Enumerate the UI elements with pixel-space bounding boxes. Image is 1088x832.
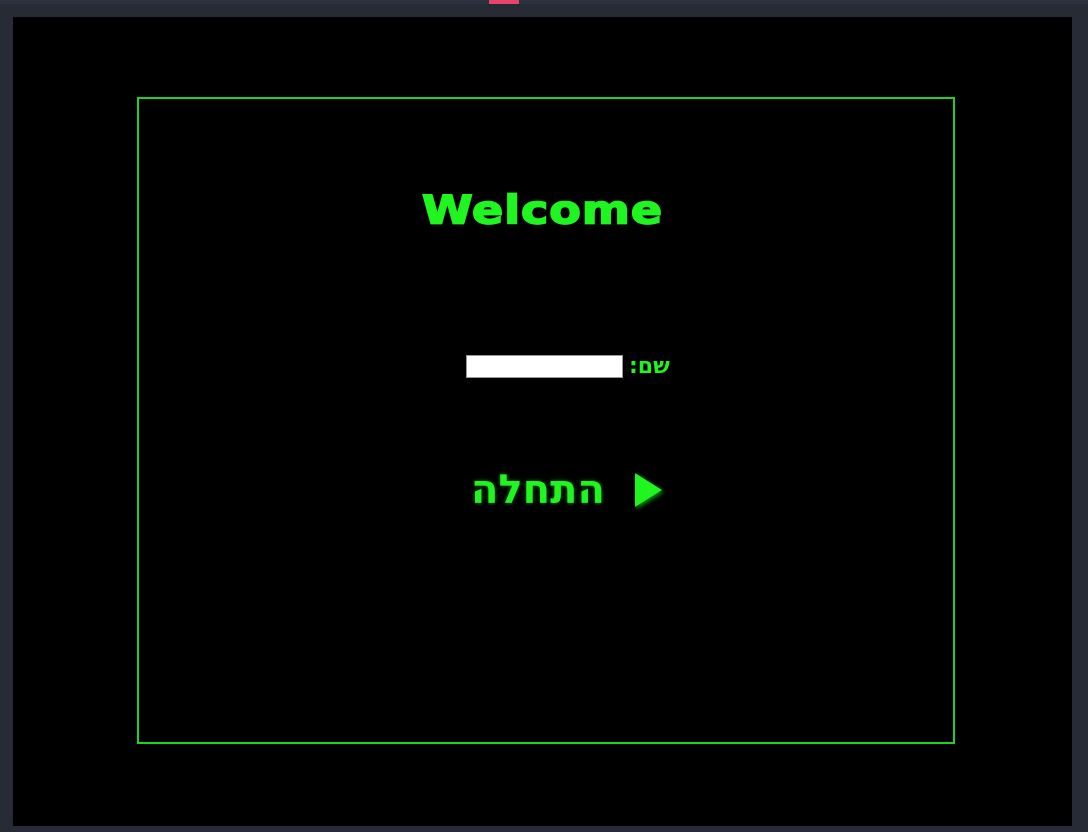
name-input[interactable] (466, 354, 623, 378)
play-icon (634, 473, 662, 507)
start-label: התחלה (471, 467, 605, 513)
welcome-title: Welcome (421, 187, 664, 233)
start-button[interactable]: התחלה (471, 465, 662, 515)
name-label: שם: (629, 353, 670, 379)
top-marker (489, 0, 519, 4)
name-row: שם: (466, 353, 670, 379)
game-screen: Welcome שם: התחלה (13, 17, 1072, 826)
top-strip (0, 0, 1088, 4)
